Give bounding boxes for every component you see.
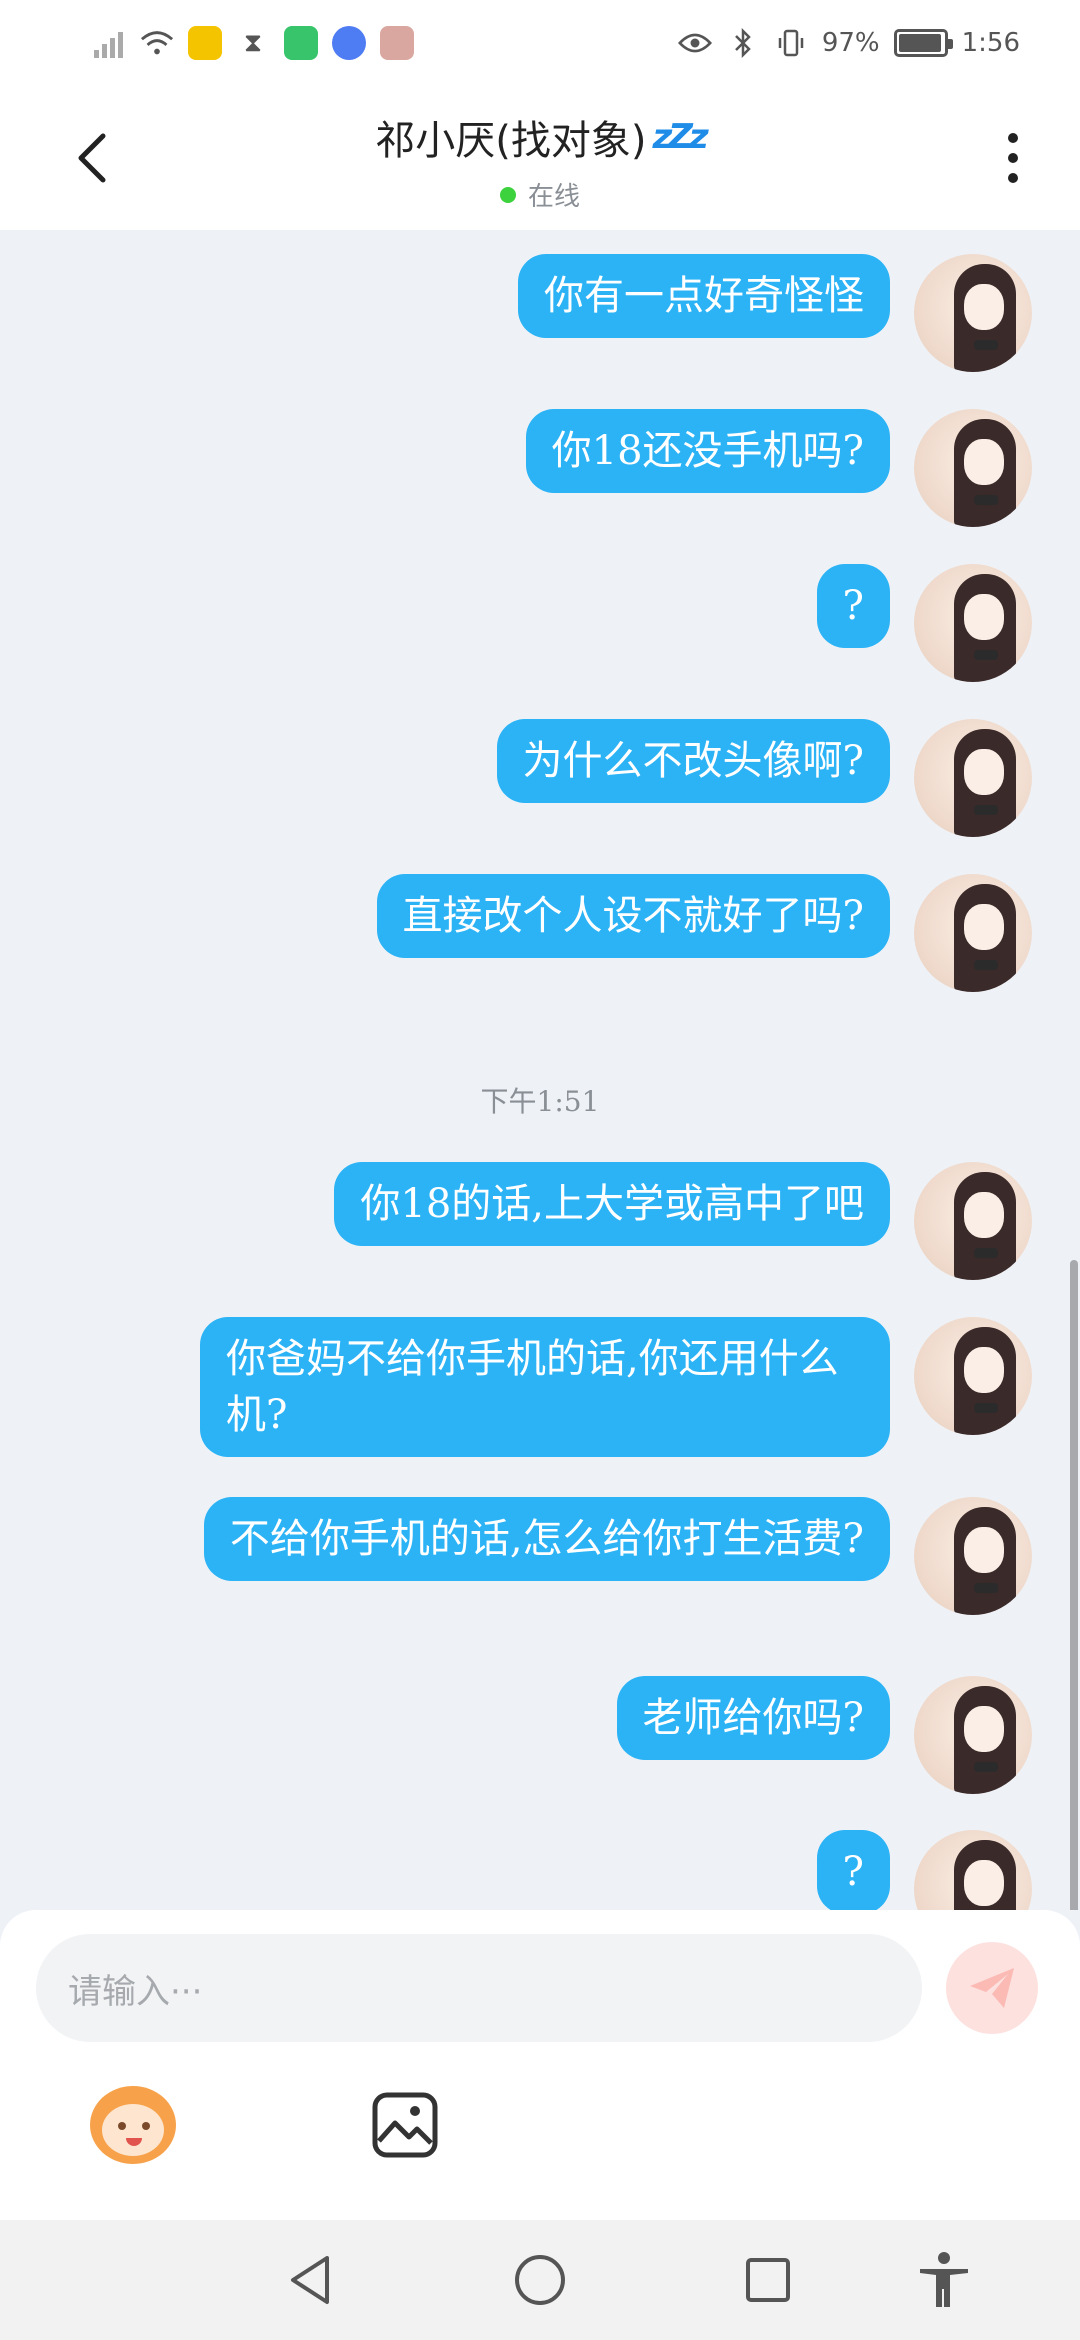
input-panel: 请输入··· bbox=[0, 1910, 1080, 2220]
monkey-emoji-icon bbox=[90, 2086, 176, 2164]
avatar[interactable] bbox=[914, 409, 1032, 527]
message-bubble[interactable]: 不给你手机的话,怎么给你打生活费? bbox=[203, 1497, 890, 1581]
vibrate-icon bbox=[774, 26, 808, 60]
message-row: 直接改个人设不就好了吗? bbox=[376, 874, 1032, 992]
bluetooth-icon bbox=[726, 26, 760, 60]
message-bubble[interactable]: 你爸妈不给你手机的话,你还用什么机? bbox=[200, 1317, 890, 1457]
avatar[interactable] bbox=[914, 1497, 1032, 1615]
more-options-button[interactable] bbox=[988, 126, 1038, 190]
avatar[interactable] bbox=[914, 1317, 1032, 1435]
message-bubble[interactable]: 你18还没手机吗? bbox=[525, 409, 890, 493]
game-app-icon bbox=[380, 26, 414, 60]
more-vertical-icon bbox=[1008, 133, 1018, 143]
message-row: 你18还没手机吗? bbox=[525, 409, 1032, 527]
nav-back-button[interactable] bbox=[280, 2250, 340, 2310]
nav-recents-button[interactable] bbox=[738, 2250, 798, 2310]
avatar[interactable] bbox=[914, 719, 1032, 837]
sleep-badge: zZz bbox=[652, 117, 708, 157]
hourglass-icon: ⧗ bbox=[243, 27, 263, 58]
status-bar-left: ⧗ bbox=[92, 26, 414, 60]
message-bubble[interactable]: 你18的话,上大学或高中了吧 bbox=[334, 1162, 890, 1246]
message-row: 不给你手机的话,怎么给你打生活费? bbox=[203, 1497, 1032, 1615]
contact-name: 祁小厌(找对象) bbox=[375, 118, 647, 164]
message-input[interactable]: 请输入··· bbox=[36, 1934, 922, 2042]
square-recents-icon bbox=[746, 2258, 790, 2302]
avatar[interactable] bbox=[914, 874, 1032, 992]
message-bubble[interactable]: 你有一点好奇怪怪 bbox=[518, 254, 890, 338]
triangle-back-icon bbox=[291, 2256, 329, 2304]
chat-header: 祁小厌(找对象) zZz 在线 bbox=[0, 86, 1080, 230]
signal-icon bbox=[92, 26, 126, 60]
avatar[interactable] bbox=[914, 254, 1032, 372]
avatar[interactable] bbox=[914, 564, 1032, 682]
message-row: 你有一点好奇怪怪 bbox=[518, 254, 1032, 372]
avatar[interactable] bbox=[914, 1676, 1032, 1794]
online-dot-icon bbox=[499, 186, 516, 203]
online-status: 在线 bbox=[0, 176, 1080, 213]
battery-fill bbox=[898, 34, 942, 52]
music-app-icon bbox=[332, 26, 366, 60]
message-row: ? bbox=[816, 1830, 1032, 1910]
message-row: 你18的话,上大学或高中了吧 bbox=[334, 1162, 1032, 1280]
avatar[interactable] bbox=[914, 1830, 1032, 1910]
emoji-button[interactable] bbox=[88, 2080, 178, 2170]
video-app-icon bbox=[284, 26, 318, 60]
contact-title: 祁小厌(找对象) zZz bbox=[375, 108, 708, 166]
message-row: 你爸妈不给你手机的话,你还用什么机? bbox=[200, 1317, 1032, 1457]
message-bubble[interactable]: 老师给你吗? bbox=[616, 1676, 890, 1760]
message-bubble[interactable]: ? bbox=[816, 1830, 890, 1910]
app-notification-icon bbox=[188, 26, 222, 60]
message-bubble[interactable]: 直接改个人设不就好了吗? bbox=[376, 874, 890, 958]
message-row: 为什么不改头像啊? bbox=[496, 719, 1032, 837]
status-bar: ⧗ 97% 1:56 bbox=[0, 0, 1080, 86]
accessibility-button[interactable] bbox=[914, 2250, 974, 2310]
online-status-text: 在线 bbox=[527, 182, 580, 212]
accessibility-icon bbox=[920, 2252, 968, 2307]
message-list[interactable]: 你有一点好奇怪怪 你18还没手机吗? ? 为什么不改头像啊? 直接改个人设不就好… bbox=[0, 230, 1080, 1910]
message-row: ? bbox=[816, 564, 1032, 682]
status-bar-right: 97% 1:56 bbox=[677, 26, 1020, 60]
time-divider: 下午1:51 bbox=[480, 1085, 600, 1118]
system-nav-bar bbox=[0, 2220, 1080, 2340]
send-button[interactable] bbox=[946, 1942, 1038, 2034]
paper-plane-icon bbox=[970, 1968, 1014, 2008]
scrollbar[interactable] bbox=[1070, 1260, 1078, 1910]
circle-home-icon bbox=[515, 2255, 565, 2305]
wifi-icon bbox=[140, 26, 174, 60]
image-icon bbox=[372, 2092, 438, 2158]
battery-percentage: 97% bbox=[821, 28, 880, 58]
message-bubble[interactable]: ? bbox=[816, 564, 890, 648]
eye-icon bbox=[677, 26, 712, 60]
avatar[interactable] bbox=[914, 1162, 1032, 1280]
message-bubble[interactable]: 为什么不改头像啊? bbox=[496, 719, 890, 803]
battery-icon bbox=[893, 29, 953, 57]
chat-title-area: 祁小厌(找对象) zZz 在线 bbox=[0, 108, 1080, 213]
image-button[interactable] bbox=[360, 2080, 450, 2170]
message-row: 老师给你吗? bbox=[616, 1676, 1032, 1794]
nav-home-button[interactable] bbox=[510, 2250, 570, 2310]
status-time: 1:56 bbox=[961, 28, 1020, 58]
